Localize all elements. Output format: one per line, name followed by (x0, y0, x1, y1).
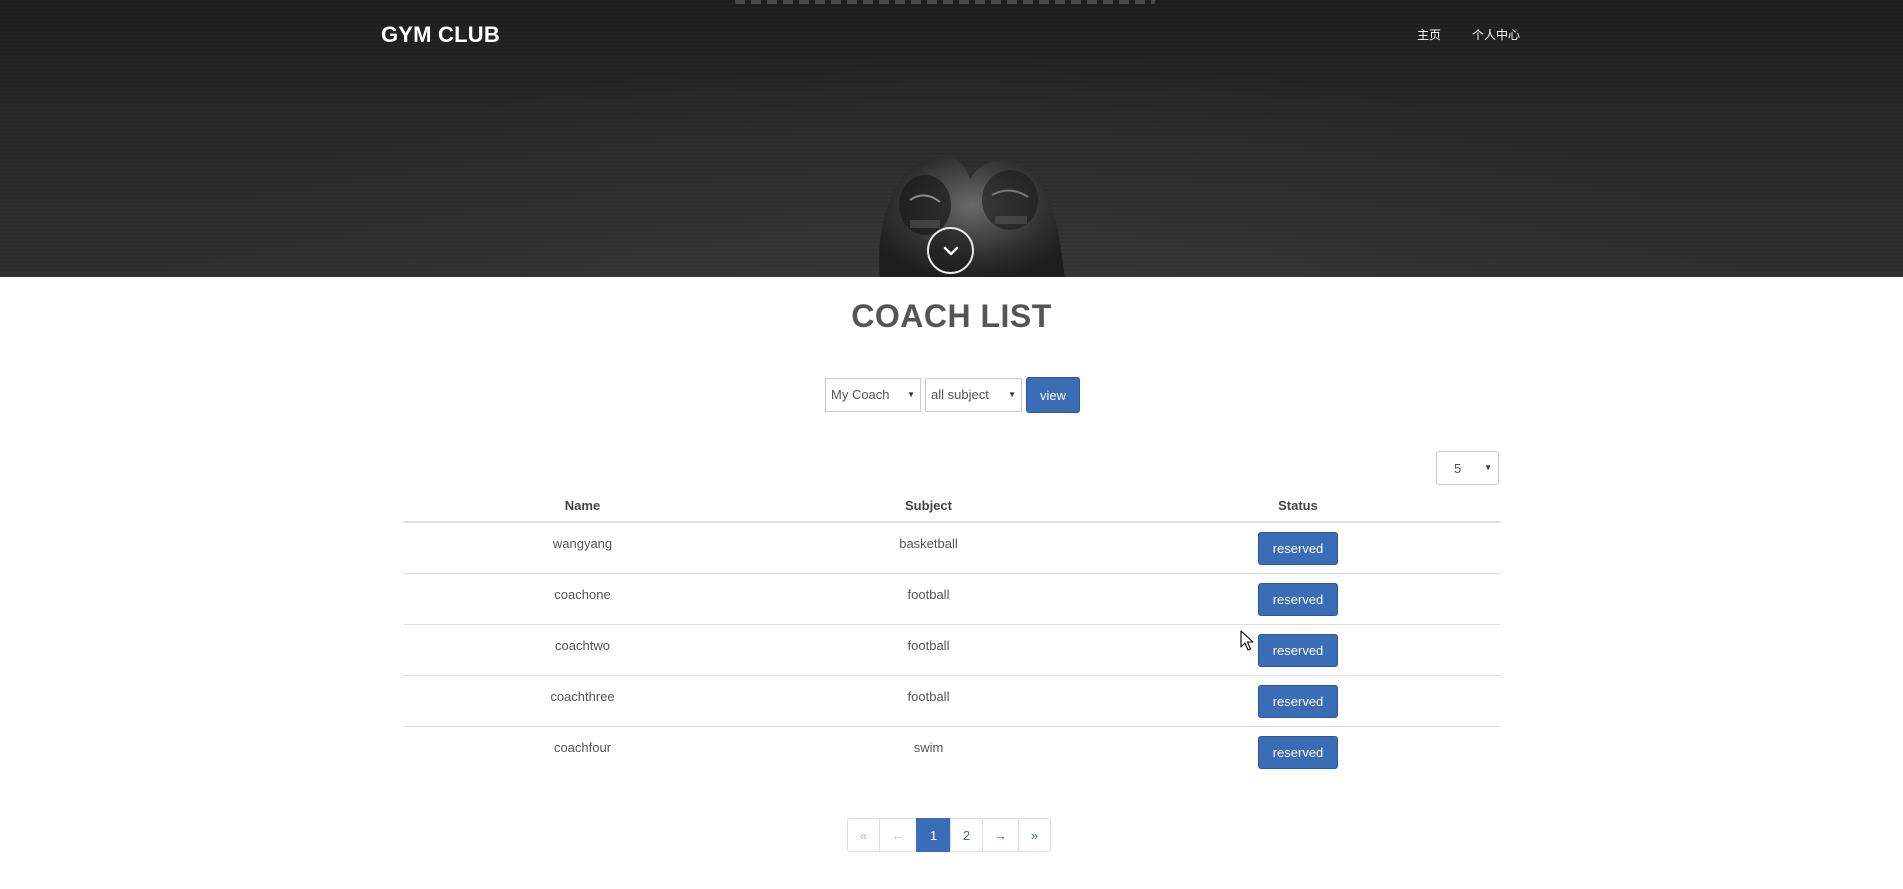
coach-name: coachfour (553, 739, 612, 755)
status-cell: reserved (1096, 726, 1500, 777)
hero-banner: GYM CLUB 主页 个人中心 (0, 0, 1903, 277)
caret-down-icon: ▼ (1484, 463, 1492, 472)
nav-profile-link[interactable]: 个人中心 (1472, 26, 1520, 43)
table-row: coachone football reserved (404, 573, 1500, 625)
brand-logo[interactable]: GYM CLUB (381, 22, 500, 48)
pagination-last[interactable]: » (1018, 818, 1051, 852)
coach-name: coachone (404, 573, 761, 625)
chevron-down-icon (943, 246, 958, 255)
pagination-first[interactable]: « (847, 818, 880, 852)
column-header-subject[interactable]: Subject (761, 490, 1096, 523)
page-size-select[interactable]: 5 ▼ (1436, 451, 1499, 485)
pagination-next[interactable]: → (982, 818, 1019, 852)
pagination-prev[interactable]: ← (879, 818, 917, 852)
reserved-button[interactable]: reserved (1258, 735, 1338, 769)
status-cell: reserved (1096, 573, 1500, 625)
coach-table: Name Subject Status wangyang basketball … (404, 490, 1500, 777)
page-title: COACH LIST (851, 298, 1052, 334)
coach-subject: swim (913, 739, 944, 755)
coach-name: wangyang (404, 522, 761, 574)
table-header-row: Name Subject Status (404, 490, 1500, 523)
coach-subject: basketball (761, 522, 1096, 574)
pagination-page-2[interactable]: 2 (950, 818, 983, 852)
reserved-button[interactable]: reserved (1258, 684, 1338, 718)
column-header-status[interactable]: Status (1096, 490, 1500, 523)
scroll-down-button[interactable] (927, 227, 974, 274)
coach-subject: football (761, 624, 1096, 676)
reserved-button[interactable]: reserved (1258, 532, 1338, 565)
nav-home-link[interactable]: 主页 (1417, 26, 1441, 43)
coach-name: coachthree (404, 675, 761, 727)
coach-filter-select[interactable]: My Coach ▼ (825, 378, 921, 412)
table-row: coachthree football reserved (404, 675, 1500, 727)
coach-filter-value: My Coach (831, 387, 890, 402)
reserved-button[interactable]: reserved (1258, 633, 1338, 667)
hero-faint-caption (735, 0, 1155, 4)
caret-down-icon: ▼ (907, 390, 915, 399)
pagination-page-1[interactable]: 1 (916, 818, 951, 852)
table-row: wangyang basketball reserved (404, 522, 1500, 574)
coach-subject: football (761, 573, 1096, 625)
caret-down-icon: ▼ (1008, 390, 1016, 399)
page-size-value: 5 (1454, 461, 1462, 476)
column-header-name[interactable]: Name (404, 490, 761, 523)
status-cell: reserved (1096, 522, 1500, 574)
coach-subject: football (761, 675, 1096, 727)
subject-filter-value: all subject (931, 387, 989, 402)
coach-name: coachtwo (404, 624, 761, 676)
table-row: coachtwo football reserved (404, 624, 1500, 676)
table-row: coachfour swim reserved (404, 726, 1500, 777)
status-cell: reserved (1096, 624, 1500, 676)
view-button[interactable]: view (1026, 377, 1080, 413)
pagination: « ← 1 2 → » (847, 818, 1051, 852)
subject-filter-select[interactable]: all subject ▼ (925, 378, 1022, 412)
filter-bar: My Coach ▼ all subject ▼ view (825, 377, 1080, 413)
mouse-cursor-icon (1240, 630, 1254, 651)
reserved-button[interactable]: reserved (1258, 582, 1338, 616)
top-nav: 主页 个人中心 (1417, 26, 1520, 43)
status-cell: reserved (1096, 675, 1500, 727)
